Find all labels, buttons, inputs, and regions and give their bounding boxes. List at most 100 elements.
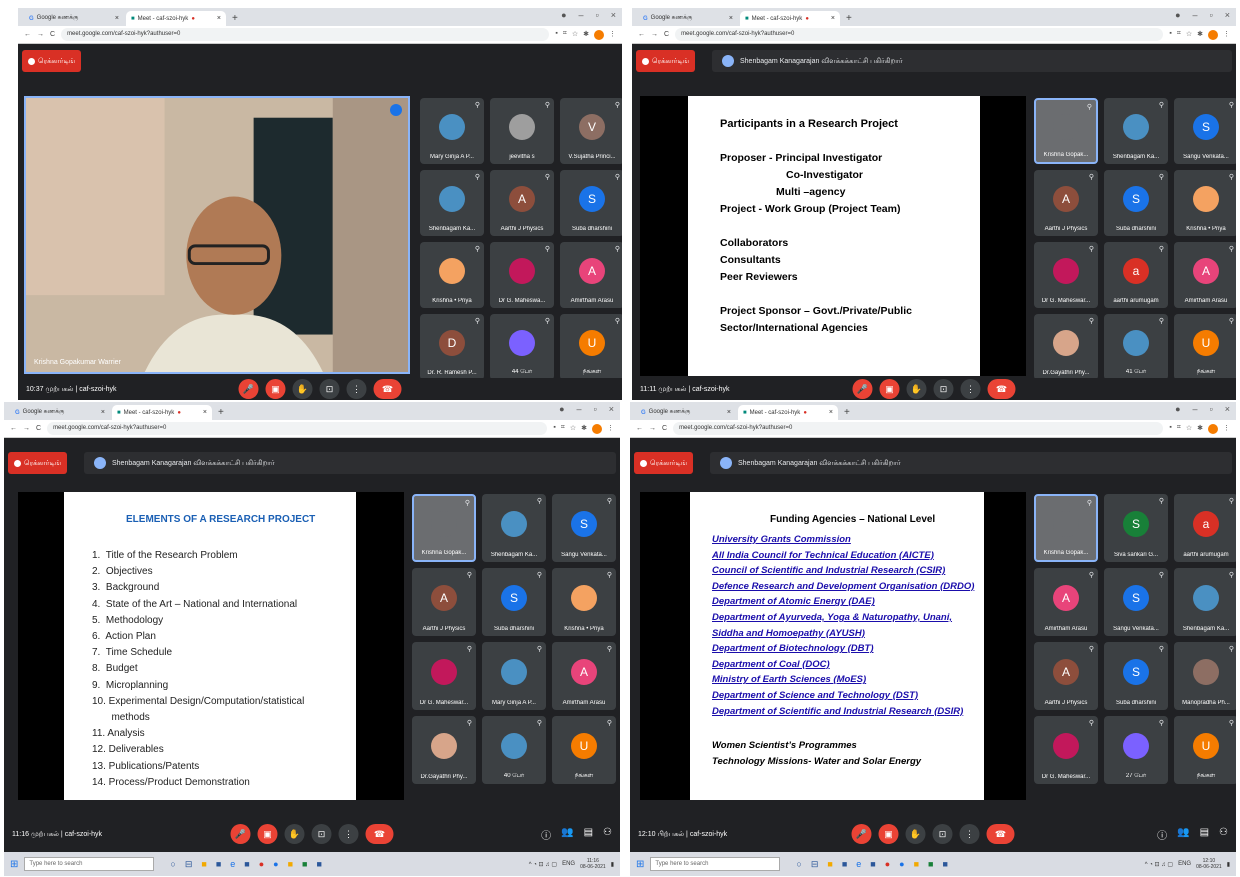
info-icon[interactable]: ⓘ	[541, 827, 551, 842]
present-button[interactable]: ⊡	[319, 379, 340, 399]
participant-tile[interactable]: ⚲ 40 பேர்	[482, 716, 546, 784]
translate-icon[interactable]: ⌗	[1177, 424, 1181, 434]
tray-icons[interactable]: ^ ◔ ⊡ ♫ ▢	[1145, 861, 1173, 868]
new-tab-button[interactable]: +	[846, 11, 852, 26]
app-icon[interactable]: ●	[899, 859, 904, 870]
participant-tile[interactable]: ⚲ S Suba dharshini	[482, 568, 546, 636]
participant-tile[interactable]: ⚲ a aarthi arumugam	[1174, 494, 1236, 562]
star-icon[interactable]: ☆	[1186, 424, 1192, 434]
close-icon[interactable]: ×	[101, 409, 105, 416]
leave-call-button[interactable]: ☎	[986, 824, 1015, 844]
participant-tile[interactable]: ⚲ Shenbagam Ka...	[420, 170, 484, 236]
close-icon[interactable]: ×	[829, 409, 833, 416]
language-indicator[interactable]: ENG	[562, 861, 575, 867]
funding-agency-link[interactable]: Department of Science and Technology (DS…	[712, 688, 974, 704]
account-icon[interactable]: ●	[1175, 10, 1180, 20]
camera-icon[interactable]: ▪	[1169, 30, 1171, 40]
forward-icon[interactable]: →	[37, 31, 44, 38]
puzzle-icon[interactable]: ✱	[1197, 424, 1203, 434]
language-indicator[interactable]: ENG	[1178, 861, 1191, 867]
participant-tile[interactable]: ⚲ Manopradha Ph...	[1174, 642, 1236, 710]
forward-icon[interactable]: →	[649, 425, 656, 432]
more-options-button[interactable]: ⋮	[338, 824, 359, 844]
mic-toggle-button[interactable]: 🎤	[851, 824, 872, 844]
leave-call-button[interactable]: ☎	[373, 379, 402, 399]
participant-tile[interactable]: ⚲ U நீங்கள்	[560, 314, 622, 380]
tab-meet[interactable]: ■ Meet - caf-szoi-hyk ● ×	[740, 11, 840, 26]
funding-agency-link[interactable]: Siddha and Homoepathy (AYUSH)	[712, 626, 974, 642]
participant-tile[interactable]: ⚲ S Sangu Venkata...	[1104, 568, 1168, 636]
participant-tile[interactable]: ⚲ Krishna Gopak...	[1034, 494, 1098, 562]
tray-icons[interactable]: ^ ◔ ⊡ ♫ ▢	[529, 861, 557, 868]
new-tab-button[interactable]: +	[844, 405, 850, 420]
raise-hand-button[interactable]: ✋	[292, 379, 313, 399]
mic-toggle-button[interactable]: 🎤	[852, 379, 873, 399]
camera-icon[interactable]: ▪	[555, 30, 557, 40]
participant-tile[interactable]: ⚲ Dr G. Maheswar...	[1034, 716, 1098, 784]
menu-icon[interactable]: ⋮	[609, 30, 616, 40]
participant-tile[interactable]: ⚲ jeevitha s	[490, 98, 554, 164]
mic-toggle-button[interactable]: 🎤	[230, 824, 251, 844]
participant-tile[interactable]: ⚲ Dr G. Maheswar...	[1034, 242, 1098, 308]
participant-tile[interactable]: ⚲ D Dr. R. Ramesh P...	[420, 314, 484, 380]
excel-icon[interactable]: ■	[302, 859, 307, 870]
participant-tile[interactable]: ⚲ Krishna • Priya	[420, 242, 484, 308]
participant-tile[interactable]: ⚲ A Aarthi J Physics	[490, 170, 554, 236]
present-button[interactable]: ⊡	[311, 824, 332, 844]
more-options-button[interactable]: ⋮	[346, 379, 367, 399]
tab-google-account[interactable]: G Google கணக்கு ×	[638, 11, 738, 26]
puzzle-icon[interactable]: ✱	[581, 424, 587, 434]
participant-tile[interactable]: ⚲ Mary Girija A P...	[420, 98, 484, 164]
participant-tile[interactable]: ⚲ Krishna • Priya	[552, 568, 616, 636]
word-icon[interactable]: ■	[316, 859, 321, 870]
activities-icon[interactable]: ⚇	[603, 827, 612, 842]
maximize-icon[interactable]: ▫	[1210, 404, 1213, 414]
chat-icon[interactable]: ▤	[584, 827, 593, 842]
participant-tile[interactable]: ⚲ Shenbagam Ka...	[482, 494, 546, 562]
edge-icon[interactable]: e	[230, 859, 235, 870]
participant-tile[interactable]: ⚲ A Amirtham Arasu	[1174, 242, 1236, 308]
more-options-button[interactable]: ⋮	[960, 379, 981, 399]
account-icon[interactable]: ●	[559, 404, 564, 414]
notification-icon[interactable]: ▮	[611, 861, 614, 868]
funding-agency-link[interactable]: Department of Biotechnology (DBT)	[712, 641, 974, 657]
close-window-icon[interactable]: ×	[1225, 404, 1230, 414]
back-icon[interactable]: ←	[638, 31, 645, 38]
present-button[interactable]: ⊡	[932, 824, 953, 844]
back-icon[interactable]: ←	[24, 31, 31, 38]
funding-agency-link[interactable]: All India Council for Technical Educatio…	[712, 548, 974, 564]
close-icon[interactable]: ×	[831, 15, 835, 22]
edge-icon[interactable]: e	[856, 859, 861, 870]
word-icon[interactable]: ■	[942, 859, 947, 870]
participant-tile[interactable]: ⚲ U நீங்கள்	[1174, 314, 1236, 380]
raise-hand-button[interactable]: ✋	[284, 824, 305, 844]
camera-toggle-button[interactable]: ▣	[257, 824, 278, 844]
task-view-icon[interactable]: ○	[170, 859, 175, 870]
account-icon[interactable]: ●	[1175, 404, 1180, 414]
participant-tile[interactable]: ⚲ A Amirtham Arasu	[1034, 568, 1098, 636]
maximize-icon[interactable]: ▫	[594, 404, 597, 414]
activities-icon[interactable]: ⚇	[1219, 827, 1228, 842]
participant-tile[interactable]: ⚲ S Suba dharshini	[1104, 170, 1168, 236]
minimize-icon[interactable]: –	[1193, 404, 1198, 414]
url-field[interactable]: meet.google.com/caf-szoi-hyk?authuser=0	[47, 422, 548, 435]
leave-call-button[interactable]: ☎	[987, 379, 1016, 399]
star-icon[interactable]: ☆	[1186, 30, 1192, 40]
participant-tile[interactable]: ⚲ 44 பேர்	[490, 314, 554, 380]
camera-toggle-button[interactable]: ▣	[879, 379, 900, 399]
mail-icon[interactable]: ■	[870, 859, 875, 870]
camera-icon[interactable]: ▪	[1169, 424, 1171, 434]
star-icon[interactable]: ☆	[572, 30, 578, 40]
recording-indicator[interactable]: ரெக்கார்டிங்	[8, 452, 68, 474]
funding-agency-link[interactable]: Ministry of Earth Sciences (MoES)	[712, 672, 974, 688]
people-icon[interactable]: 👥	[561, 827, 573, 842]
people-icon[interactable]: 👥	[1177, 827, 1189, 842]
menu-icon[interactable]: ⋮	[1223, 424, 1230, 434]
tab-meet[interactable]: ■ Meet - caf-szoi-hyk ● ×	[126, 11, 226, 26]
translate-icon[interactable]: ⌗	[1177, 30, 1181, 40]
participant-tile[interactable]: ⚲ S Suba dharshini	[1104, 642, 1168, 710]
participant-tile[interactable]: ⚲ A Aarthi J Physics	[1034, 642, 1098, 710]
forward-icon[interactable]: →	[651, 31, 658, 38]
tab-google-account[interactable]: G Google கணக்கு ×	[10, 405, 110, 420]
participant-tile[interactable]: ⚲ 41 பேர்	[1104, 314, 1168, 380]
